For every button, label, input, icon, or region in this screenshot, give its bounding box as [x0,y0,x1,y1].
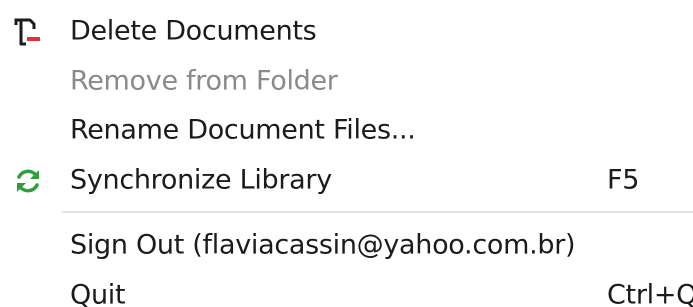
context-menu: Delete Documents Remove from Folder Rena… [0,0,693,307]
menu-item-rename-document-files[interactable]: Rename Document Files... [0,105,693,155]
menu-item-label: Remove from Folder [70,65,338,97]
menu-item-sign-out[interactable]: Sign Out (flaviacassin@yahoo.com.br) [0,220,693,270]
sync-icon [12,165,44,197]
menu-item-synchronize-library[interactable]: Synchronize Library F5 [0,155,693,205]
menu-item-delete-documents[interactable]: Delete Documents [0,6,693,56]
menu-item-label: Delete Documents [70,15,317,47]
menu-item-label: Rename Document Files... [70,114,416,146]
menu-item-label: Quit [70,279,126,307]
menu-item-quit[interactable]: Quit Ctrl+Q [0,270,693,307]
menu-item-label: Sign Out (flaviacassin@yahoo.com.br) [70,229,576,261]
menu-item-shortcut: Ctrl+Q [607,279,693,307]
delete-document-icon [12,16,44,48]
menu-item-remove-from-folder[interactable]: Remove from Folder [0,56,693,106]
menu-item-label: Synchronize Library [70,164,332,196]
menu-item-shortcut: F5 [607,164,640,196]
menu-separator [62,211,693,213]
